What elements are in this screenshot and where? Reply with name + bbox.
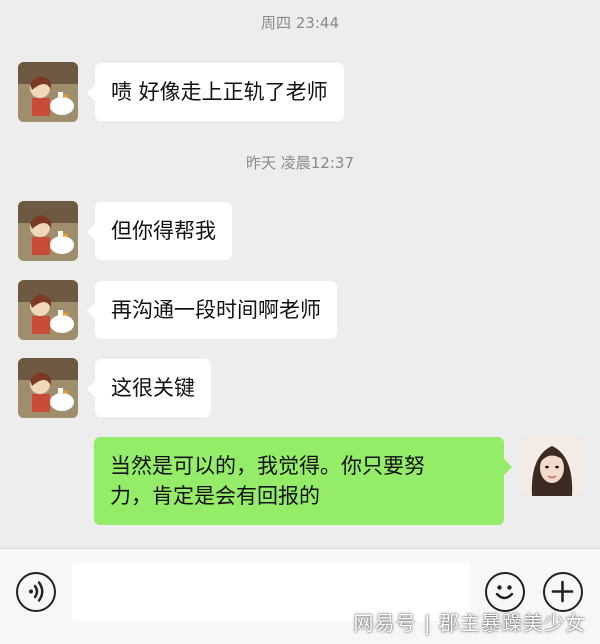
message-bubble[interactable]: 啧 好像走上正轨了老师	[87, 63, 344, 121]
watermark: 网易号 | 郡主暴躁美少女	[353, 611, 586, 635]
self-avatar[interactable]	[522, 436, 582, 496]
contact-avatar[interactable]	[18, 280, 78, 340]
contact-avatar[interactable]	[18, 62, 78, 122]
message-bubble[interactable]: 但你得帮我	[87, 202, 232, 260]
contact-avatar[interactable]	[18, 358, 78, 418]
contact-avatar[interactable]	[18, 201, 78, 261]
emoji-button[interactable]	[485, 572, 525, 612]
input-bar: 网易号 | 郡主暴躁美少女	[0, 548, 600, 644]
chat-area[interactable]: 周四 23:44 啧 好像走上正轨了老师 昨天 凌晨12:37 但你得帮我 再沟…	[0, 0, 600, 548]
voice-button[interactable]	[16, 572, 56, 612]
plus-button[interactable]	[543, 572, 583, 612]
message-bubble[interactable]: 这很关键	[87, 359, 211, 417]
message-bubble-self[interactable]: 当然是可以的，我觉得。你只要努 力，肯定是会有回报的	[94, 437, 512, 525]
timestamp: 周四 23:44	[261, 14, 339, 32]
timestamp: 昨天 凌晨12:37	[246, 154, 354, 172]
message-bubble[interactable]: 再沟通一段时间啊老师	[87, 281, 337, 339]
